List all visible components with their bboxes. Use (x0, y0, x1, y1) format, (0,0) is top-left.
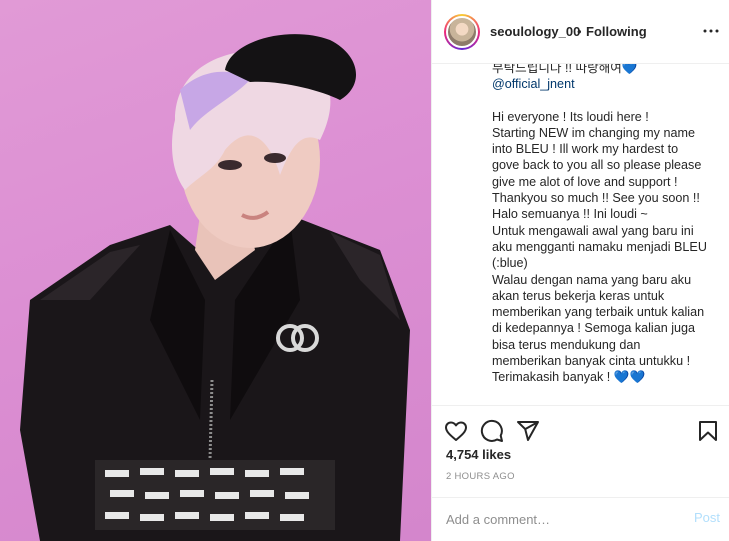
comment-bar: Post (432, 497, 729, 541)
person-photo-illustration (20, 34, 410, 541)
caption-line: (:blue) (492, 256, 528, 271)
caption-line: Thankyou so much !! See you soon !! (492, 191, 700, 206)
post-side-panel: seoulology_00 • Following 부탁드립니다 !! 따랑해여… (431, 0, 729, 541)
comment-icon[interactable] (480, 419, 504, 443)
caption-line: Walau dengan nama yang baru aku (492, 272, 692, 287)
caption-line: 부탁드립니다 !! 따랑해여💙 (492, 64, 716, 76)
post-timestamp[interactable]: 2 HOURS AGO (446, 471, 515, 482)
caption-line: gove back to you all so please please (492, 158, 702, 173)
more-options-icon[interactable] (702, 22, 720, 40)
header-separator: • (577, 24, 582, 39)
caption-line: Hi everyone ! Its loudi here ! (492, 109, 649, 124)
heart-icon[interactable] (444, 419, 468, 443)
mention-link[interactable]: @official_jnent (492, 76, 716, 92)
caption-line: memberikan banyak cinta untukku ! (492, 354, 691, 369)
caption-fade (432, 383, 729, 405)
post-header: seoulology_00 • Following (432, 0, 729, 64)
caption-line: aku mengganti namaku menjadi BLEU (492, 239, 707, 254)
author-avatar[interactable] (444, 14, 480, 50)
caption-line: into BLEU ! Ill work my hardest to (492, 142, 679, 157)
post-caption: 부탁드립니다 !! 따랑해여💙 @official_jnent Hi every… (432, 64, 729, 405)
bookmark-icon[interactable] (696, 419, 720, 443)
post-photo[interactable] (0, 0, 431, 541)
caption-line: bisa terus mendukung dan (492, 337, 641, 352)
share-icon[interactable] (516, 419, 540, 443)
caption-line: Untuk mengawali awal yang baru ini (492, 223, 694, 238)
comment-input[interactable] (446, 508, 676, 530)
blue-heart-emoji: 💙 (621, 64, 638, 75)
caption-korean-text: 부탁드립니다 !! 따랑해여 (492, 64, 622, 75)
caption-line: Starting NEW im changing my name (492, 125, 695, 140)
caption-line: memberikan yang terbaik untuk kalian (492, 305, 705, 320)
post-comment-button[interactable]: Post (694, 510, 720, 525)
caption-line: give me alot of love and support ! (492, 174, 678, 189)
author-username[interactable]: seoulology_00 (490, 24, 580, 39)
caption-line: di kedepannya ! Semoga kalian juga (492, 321, 696, 336)
likes-count[interactable]: 4,754 likes (446, 447, 511, 462)
avatar-image (446, 16, 478, 48)
caption-line: akan terus bekerja keras untuk (492, 288, 665, 303)
caption-line: Halo semuanya !! Ini loudi ~ (492, 207, 648, 222)
follow-status-button[interactable]: Following (586, 24, 647, 39)
